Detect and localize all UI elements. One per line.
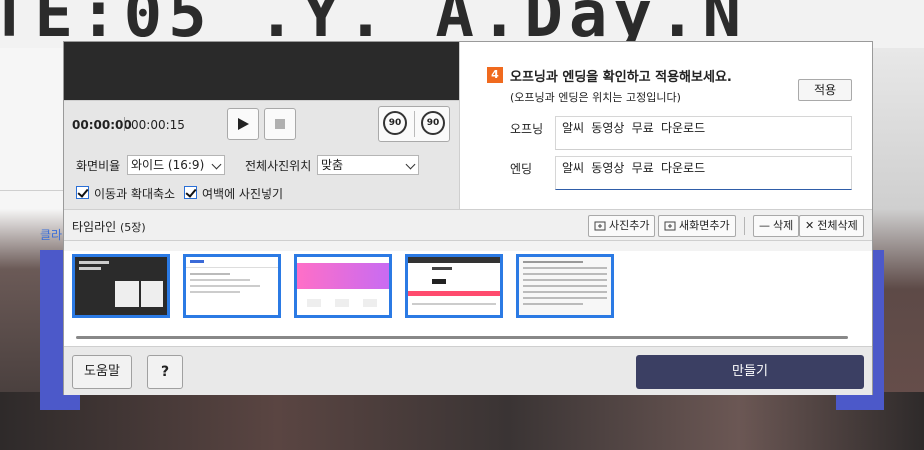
ending-label: 엔딩 [510,162,533,176]
timeline-strip [64,251,872,346]
stop-icon [275,119,285,129]
ratio-label: 화면비율 [76,159,121,173]
thumbnail-image [408,257,500,315]
timeline-scrollbar[interactable] [76,336,848,339]
background-link-text: 클라 [40,228,63,242]
step-subtitle: (오프닝과 엔딩은 위치는 고정입니다) [510,91,681,104]
thumbnail-image [297,257,389,315]
move-zoom-checkbox[interactable] [76,186,89,199]
rotate-left-label: 90 [388,118,402,128]
delete-button[interactable]: — 삭제 [753,215,800,237]
rotate-divider [414,111,415,137]
add-screen-icon [664,221,676,231]
rotate-group: 90 90 [378,106,450,142]
chevron-down-icon [405,159,416,170]
ratio-value: 와이드 (16:9) [131,158,205,172]
current-time: 00:00:00 [72,118,132,132]
play-button[interactable] [227,108,259,140]
timeline-thumbnail[interactable] [405,254,503,318]
thumbnail-image [519,257,611,315]
opening-field[interactable]: 알씨 동영상 무료 다운로드 [555,116,852,150]
options-panel: 화면비율 와이드 (16:9) 전체사진위치 맞춤 이동과 확대축소 여백에 사… [64,149,459,209]
time-separator [124,117,125,131]
total-time: 00:00:15 [131,118,185,132]
ratio-select[interactable]: 와이드 (16:9) [127,155,225,175]
ending-field[interactable]: 알씨 동영상 무료 다운로드 [555,156,852,190]
question-button[interactable]: ? [147,355,183,389]
add-photo-button[interactable]: 사진추가 [588,215,656,237]
delete-all-label: 전체삭제 [817,219,858,232]
position-label: 전체사진위치 [245,159,312,173]
play-icon [238,118,249,130]
rotate-left-icon[interactable]: 90 [383,111,407,135]
apply-button[interactable]: 적용 [798,79,852,101]
move-zoom-label: 이동과 확대축소 [94,187,176,201]
step-title: 오프닝과 엔딩을 확인하고 적용해보세요. [510,70,732,85]
help-button[interactable]: 도움말 [72,355,132,389]
step-badge: 4 [487,67,503,83]
opening-label: 오프닝 [510,122,544,136]
dialog-footer: 도움말 ? 만들기 [64,346,872,395]
thumbnail-image [75,257,167,315]
background-divider [0,190,64,191]
thumbnail-image [186,257,278,315]
toolbar-separator [744,217,745,235]
position-value: 맞춤 [321,158,344,172]
stop-button[interactable] [264,108,296,140]
delete-all-button[interactable]: ✕ 전체삭제 [799,215,864,237]
timeline-title-text: 타임라인 [72,220,117,234]
fill-margin-checkbox[interactable] [184,186,197,199]
video-preview [64,42,459,100]
add-screen-button[interactable]: 새화면추가 [658,215,736,237]
timeline-thumbnail[interactable] [72,254,170,318]
timeline-thumbnail[interactable] [183,254,281,318]
timeline-title: 타임라인 (5장) [72,218,146,235]
add-photo-label: 사진추가 [609,219,650,232]
timeline-thumbnail[interactable] [516,254,614,318]
add-photo-icon [594,221,606,231]
close-icon: ✕ [805,219,815,232]
timeline-count: (5장) [120,221,146,234]
rotate-right-label: 90 [426,118,440,128]
timeline-thumbnail[interactable] [294,254,392,318]
fill-margin-label: 여백에 사진넣기 [202,187,284,201]
minus-icon: — [759,219,770,232]
position-select[interactable]: 맞춤 [317,155,419,175]
delete-label: 삭제 [773,219,794,232]
rotate-right-icon[interactable]: 90 [421,111,445,135]
background-bottom [0,392,924,450]
chevron-down-icon [211,159,222,170]
video-maker-dialog: 00:00:00 00:00:15 90 90 화면비율 와이드 (16:9) … [64,42,872,395]
player-controls: 00:00:00 00:00:15 90 90 [64,100,459,150]
add-screen-label: 새화면추가 [679,219,730,232]
timeline-header: 타임라인 (5장) 사진추가 새화면추가 — 삭제 ✕ 전체삭제 [64,209,872,241]
opening-ending-panel: 4 오프닝과 엔딩을 확인하고 적용해보세요. (오프닝과 엔딩은 위치는 고정… [459,42,872,209]
make-button[interactable]: 만들기 [636,355,864,389]
